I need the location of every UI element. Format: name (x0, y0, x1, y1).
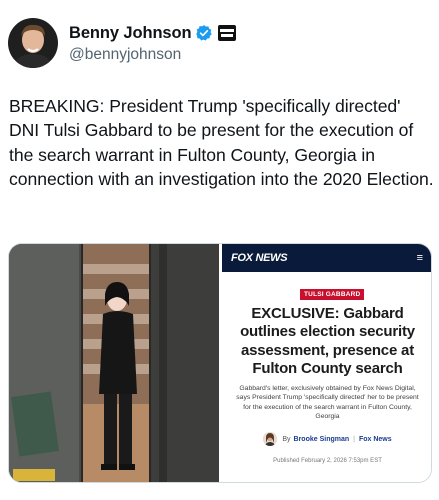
affiliate-badge-icon[interactable] (218, 25, 237, 41)
media-grid: FOX NEWS ≡ TULSI GABBARD EXCLUSIVE: Gabb… (8, 243, 432, 483)
photo-woman-in-doorway[interactable] (9, 244, 219, 482)
fox-news-logo[interactable]: FOX NEWS (231, 252, 288, 264)
tweet-text: BREAKING: President Trump 'specifically … (9, 96, 434, 190)
verified-badge-icon (195, 24, 213, 42)
article-byline: By Brooke Singman | Fox News (232, 432, 423, 446)
byline-outlet[interactable]: Fox News (359, 436, 392, 443)
article-summary: Gabbard's letter, exclusively obtained b… (236, 385, 419, 420)
byline-prefix: By (282, 435, 291, 443)
fox-news-article-card[interactable]: FOX NEWS ≡ TULSI GABBARD EXCLUSIVE: Gabb… (222, 244, 431, 482)
tweet-header: Benny Johnson @bennyjohnson (8, 16, 428, 70)
display-name[interactable]: Benny Johnson (69, 24, 192, 43)
fox-news-header: FOX NEWS ≡ (222, 244, 431, 272)
avatar-image (8, 18, 58, 68)
handle[interactable]: @bennyjohnson (69, 46, 236, 64)
author-avatar (263, 432, 278, 446)
published-date: Published February 2, 2026 7:53pm EST (273, 458, 382, 464)
article-headline[interactable]: EXCLUSIVE: Gabbard outlines election sec… (230, 305, 425, 379)
byline-separator: | (353, 435, 355, 443)
byline-author[interactable]: Brooke Singman (294, 436, 350, 443)
article-tag[interactable]: TULSI GABBARD (300, 289, 365, 300)
avatar[interactable] (8, 18, 58, 68)
menu-icon[interactable]: ≡ (417, 252, 423, 264)
